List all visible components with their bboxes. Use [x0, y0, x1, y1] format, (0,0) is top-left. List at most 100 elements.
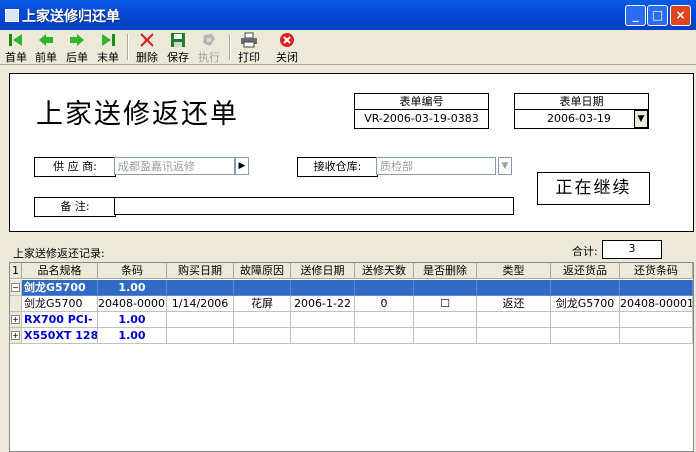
table-cell[interactable]: 2006-1-22	[291, 296, 355, 312]
header-return-barcode[interactable]: 还货条码	[620, 263, 693, 279]
table-cell[interactable]	[414, 312, 477, 328]
app-icon	[5, 9, 19, 22]
table-cell[interactable]: 1/14/2006	[167, 296, 234, 312]
header-barcode[interactable]: 条码	[98, 263, 167, 279]
first-icon	[9, 34, 22, 46]
table-cell[interactable]: 剑龙G5700	[551, 296, 620, 312]
table-cell[interactable]: 1.00	[98, 328, 167, 344]
table-row[interactable]: + RX700 PCI- 1.00	[10, 312, 693, 328]
table-cell[interactable]: 20408-000015	[620, 296, 693, 312]
next-button[interactable]: 后单	[63, 32, 91, 64]
table-cell[interactable]: 1.00	[98, 280, 167, 296]
table-cell[interactable]: 1.00	[98, 312, 167, 328]
close-icon	[280, 33, 294, 47]
remark-input[interactable]	[114, 197, 514, 215]
save-button[interactable]: 保存	[164, 32, 192, 64]
header-buy-date[interactable]: 购买日期	[167, 263, 234, 279]
last-button[interactable]: 末单	[94, 32, 122, 64]
prev-button[interactable]: 前单	[32, 32, 60, 64]
table-cell[interactable]: 剑龙G5700	[22, 280, 98, 296]
table-cell[interactable]	[620, 280, 693, 296]
header-name[interactable]: 品名规格	[22, 263, 98, 279]
table-cell[interactable]: ☐	[414, 296, 477, 312]
supplier-input[interactable]: 成都盈嘉讯返修	[114, 157, 235, 175]
table-cell[interactable]	[414, 280, 477, 296]
maximize-button[interactable]: □	[647, 5, 668, 26]
delete-button[interactable]: 删除	[133, 32, 161, 64]
table-row[interactable]: − 剑龙G5700 1.00	[10, 280, 693, 296]
doc-number-box: 表单编号 VR-2006-03-19-0383	[354, 93, 489, 129]
collapse-icon[interactable]: −	[11, 283, 20, 292]
header-deleted[interactable]: 是否删除	[414, 263, 477, 279]
window-title: 上家送修归还单	[22, 9, 120, 25]
header-type[interactable]: 类型	[477, 263, 551, 279]
doc-date-dropdown-icon[interactable]: ▼	[634, 110, 648, 128]
table-cell[interactable]	[477, 328, 551, 344]
table-cell[interactable]	[291, 312, 355, 328]
table-cell[interactable]	[551, 328, 620, 344]
table-row[interactable]: 剑龙G570020408-0000151/14/2006花屏2006-1-220…	[10, 296, 693, 312]
table-cell[interactable]	[167, 312, 234, 328]
save-icon	[171, 33, 185, 47]
table-cell[interactable]	[291, 280, 355, 296]
table-cell[interactable]	[234, 328, 291, 344]
warehouse-dropdown-icon[interactable]: ▼	[498, 157, 512, 175]
doc-date-value[interactable]: 2006-03-19	[515, 110, 648, 128]
table-cell[interactable]	[167, 328, 234, 344]
supplier-picker-icon[interactable]: ▶	[235, 157, 249, 175]
doc-date-label: 表单日期	[515, 94, 648, 110]
header-return-item[interactable]: 返还货品	[551, 263, 620, 279]
first-button[interactable]: 首单	[2, 32, 30, 64]
doc-number-value: VR-2006-03-19-0383	[364, 112, 479, 125]
table-cell[interactable]: RX700 PCI-	[22, 312, 98, 328]
total-value: 3	[602, 240, 662, 259]
table-row[interactable]: + X550XT 128 1.00	[10, 328, 693, 344]
table-cell[interactable]	[355, 328, 414, 344]
expand-icon[interactable]: +	[11, 315, 20, 324]
table-cell[interactable]: 返还	[477, 296, 551, 312]
table-cell[interactable]	[414, 328, 477, 344]
records-label: 上家送修返还记录:	[13, 247, 105, 260]
supplier-label: 供 应 商:	[34, 157, 116, 177]
remark-label: 备 注:	[34, 197, 116, 217]
header-repair-date[interactable]: 送修日期	[291, 263, 355, 279]
last-icon	[102, 34, 115, 46]
table-cell[interactable]	[355, 312, 414, 328]
execute-button[interactable]: 执行	[195, 32, 223, 64]
close-button[interactable]: 关闭	[273, 32, 301, 64]
print-icon	[241, 32, 257, 48]
expand-icon[interactable]: +	[11, 331, 20, 340]
form-title: 上家送修返还单	[36, 99, 239, 130]
status-badge: 正在继续	[537, 172, 650, 205]
table-cell[interactable]	[167, 280, 234, 296]
toolbar-separator	[229, 34, 231, 60]
table-cell[interactable]	[477, 312, 551, 328]
table-cell[interactable]: 剑龙G5700	[22, 296, 98, 312]
warehouse-select[interactable]: 质检部	[376, 157, 496, 175]
header-fault[interactable]: 故障原因	[234, 263, 291, 279]
doc-date-box: 表单日期 2006-03-19	[514, 93, 649, 129]
execute-icon	[203, 34, 215, 46]
table-cell[interactable]	[234, 280, 291, 296]
table-cell[interactable]	[551, 312, 620, 328]
table-cell[interactable]	[234, 312, 291, 328]
table-cell[interactable]: X550XT 128	[22, 328, 98, 344]
table-cell[interactable]: 20408-000015	[98, 296, 167, 312]
header-repair-days[interactable]: 送修天数	[355, 263, 414, 279]
close-window-button[interactable]: ×	[670, 5, 691, 26]
minimize-button[interactable]: _	[625, 5, 646, 26]
total-label: 合计:	[572, 245, 598, 258]
warehouse-label: 接收仓库:	[297, 157, 378, 177]
form-panel: 上家送修返还单 表单编号 VR-2006-03-19-0383 表单日期 200…	[9, 73, 694, 232]
print-button[interactable]: 打印	[235, 32, 263, 64]
table-cell[interactable]	[355, 280, 414, 296]
doc-number-label: 表单编号	[355, 94, 488, 110]
table-cell[interactable]	[551, 280, 620, 296]
table-cell[interactable]	[620, 312, 693, 328]
records-grid[interactable]: 1 品名规格 条码 购买日期 故障原因 送修日期 送修天数 是否删除 类型 返还货品 还货条码 − 剑…	[9, 262, 694, 452]
table-cell[interactable]	[477, 280, 551, 296]
table-cell[interactable]	[620, 328, 693, 344]
table-cell[interactable]: 0	[355, 296, 414, 312]
table-cell[interactable]	[291, 328, 355, 344]
table-cell[interactable]: 花屏	[234, 296, 291, 312]
